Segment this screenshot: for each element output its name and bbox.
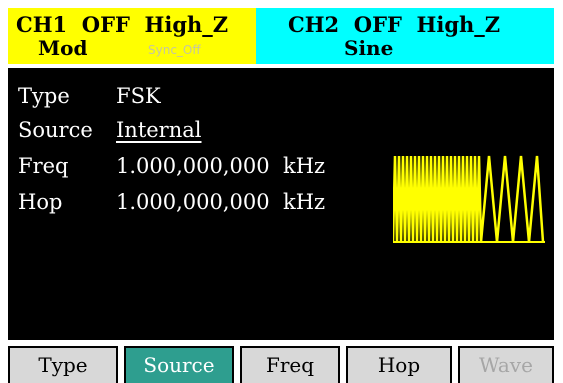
ch2-status-label: CH2 OFF High_Z	[288, 12, 501, 37]
type-label: Type	[18, 84, 70, 108]
freq-label: Freq	[18, 154, 69, 178]
ch1-sync-label: Sync_Off	[148, 43, 201, 57]
fsk-waveform-trace	[393, 155, 545, 243]
ch1-status-panel[interactable]: CH1 OFF High_Z Mod Sync_Off	[8, 8, 256, 64]
source-label: Source	[18, 118, 93, 142]
fsk-waveform-icon	[393, 155, 545, 243]
source-value[interactable]: Internal	[116, 118, 202, 142]
softkey-freq[interactable]: Freq	[240, 346, 340, 383]
softkey-wave[interactable]: Wave	[458, 346, 554, 383]
parameter-panel: Type FSK Source Internal Freq 1.000,000,…	[8, 68, 554, 340]
softkey-source[interactable]: Source	[124, 346, 234, 383]
ch2-status-panel[interactable]: CH2 OFF High_Z Sine	[256, 8, 554, 64]
ch1-mode-label: Mod	[38, 36, 88, 60]
channel-header: CH1 OFF High_Z Mod Sync_Off CH2 OFF High…	[0, 0, 563, 64]
ch1-status-label: CH1 OFF High_Z	[16, 12, 229, 37]
ch2-mode-label: Sine	[344, 36, 394, 60]
type-value[interactable]: FSK	[116, 84, 161, 108]
function-generator-screen: CH1 OFF High_Z Mod Sync_Off CH2 OFF High…	[0, 0, 563, 383]
softkey-type[interactable]: Type	[8, 346, 118, 383]
softkey-bar: Type Source Freq Hop Wave	[0, 342, 563, 383]
freq-value[interactable]: 1.000,000,000 kHz	[116, 154, 325, 178]
hop-label: Hop	[18, 190, 63, 214]
hop-value[interactable]: 1.000,000,000 kHz	[116, 190, 325, 214]
softkey-hop[interactable]: Hop	[346, 346, 452, 383]
